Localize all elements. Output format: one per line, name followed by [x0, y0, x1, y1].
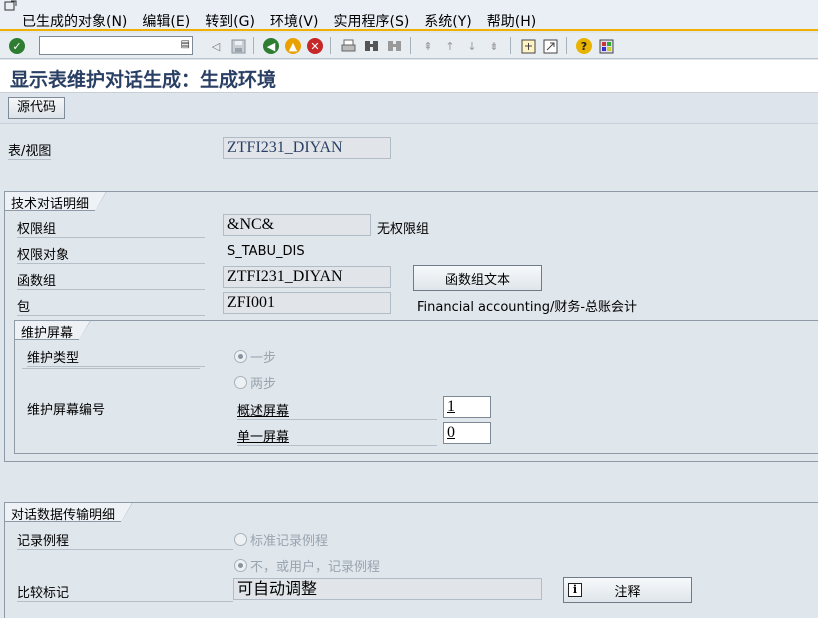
layout-icon[interactable]	[597, 37, 615, 55]
two-step-radio[interactable]: 两步	[234, 373, 276, 392]
find-icon[interactable]	[362, 37, 380, 55]
maint-screen-group-title: 维护屏幕	[14, 320, 92, 341]
menu-goto[interactable]: 转到(G)	[205, 11, 255, 31]
screen-number-label: 维护屏幕编号	[27, 403, 106, 418]
command-input[interactable]	[40, 37, 170, 54]
function-group-field[interactable]: ZTFI231_DIYAN	[223, 266, 391, 288]
next-page-icon[interactable]: ↓	[463, 37, 481, 55]
menu-bar: 已生成的对象(N) 编辑(E) 转到(G) 环境(V) 实用程序(S) 系统(Y…	[0, 0, 818, 31]
transport-group-title: 对话数据传输明细	[4, 502, 134, 523]
save-icon[interactable]	[229, 37, 247, 55]
title-bar: 显示表维护对话生成：生成环境	[0, 60, 818, 93]
note-button[interactable]: i 注释	[563, 577, 692, 603]
single-screen-field[interactable]: 0	[443, 422, 491, 444]
overview-screen-field[interactable]: 1	[443, 396, 491, 418]
command-field[interactable]: ▤	[39, 36, 193, 55]
cancel-icon[interactable]: ✕	[306, 37, 324, 55]
shortcut-icon[interactable]	[541, 37, 559, 55]
auth-group-text: 无权限组	[377, 222, 430, 237]
page-title: 显示表维护对话生成：生成环境	[10, 69, 277, 91]
info-icon: i	[568, 583, 582, 597]
auth-group-field[interactable]: &NC&	[223, 214, 371, 236]
package-text: Financial accounting/财务-总账会计	[417, 300, 638, 315]
single-screen-label: 单一屏幕	[237, 426, 437, 446]
compare-flag-label: 比较标记	[17, 582, 233, 602]
overview-screen-label: 概述屏幕	[237, 400, 437, 420]
menu-edit[interactable]: 编辑(E)	[142, 11, 190, 31]
standard-toolbar: ✓ ▤ ◁ ◀ ▲ ✕ ⇞ ↑ ↓ ⇟ ?	[0, 33, 818, 59]
command-history-icon[interactable]: ▤	[181, 39, 190, 50]
compare-flag-field[interactable]: 可自动调整	[233, 578, 542, 600]
menu-help[interactable]: 帮助(H)	[487, 11, 536, 31]
collapse-icon[interactable]: ◁	[207, 37, 225, 55]
table-view-field[interactable]: ZTFI231_DIYAN	[223, 137, 391, 159]
back-icon[interactable]: ◀	[262, 37, 280, 55]
record-routine-label: 记录例程	[17, 530, 233, 550]
maint-type-label: 维护类型	[27, 347, 205, 367]
one-step-radio[interactable]: 一步	[234, 347, 276, 366]
auth-object-label: 权限对象	[17, 244, 205, 264]
package-label: 包	[17, 296, 205, 316]
package-field[interactable]: ZFI001	[223, 292, 391, 314]
first-page-icon[interactable]: ⇞	[419, 37, 437, 55]
menu-generated-objects[interactable]: 已生成的对象(N)	[22, 11, 127, 31]
menu-utilities[interactable]: 实用程序(S)	[333, 11, 409, 31]
system-menu-icon[interactable]	[4, 0, 18, 12]
enter-icon[interactable]: ✓	[8, 37, 26, 55]
new-session-icon[interactable]	[519, 37, 537, 55]
auth-group-label: 权限组	[17, 218, 205, 238]
menu-environment[interactable]: 环境(V)	[270, 11, 319, 31]
standard-routine-radio[interactable]: 标准记录例程	[234, 530, 328, 549]
menu-system[interactable]: 系统(Y)	[424, 11, 471, 31]
exit-icon[interactable]: ▲	[284, 37, 302, 55]
function-group-label: 函数组	[17, 270, 205, 290]
auth-object-value: S_TABU_DIS	[227, 244, 305, 259]
function-group-text-button[interactable]: 函数组文本	[413, 265, 542, 291]
find-next-icon[interactable]	[385, 37, 403, 55]
application-toolbar: 源代码	[0, 94, 818, 124]
last-page-icon[interactable]: ⇟	[485, 37, 503, 55]
help-icon[interactable]: ?	[575, 37, 593, 55]
print-icon[interactable]	[339, 37, 357, 55]
table-view-label: 表/视图	[8, 140, 52, 160]
tech-dialog-group-title: 技术对话明细	[4, 191, 108, 212]
no-user-routine-radio[interactable]: 不，或用户，记录例程	[234, 556, 380, 575]
prev-page-icon[interactable]: ↑	[441, 37, 459, 55]
source-code-button[interactable]: 源代码	[8, 97, 66, 119]
